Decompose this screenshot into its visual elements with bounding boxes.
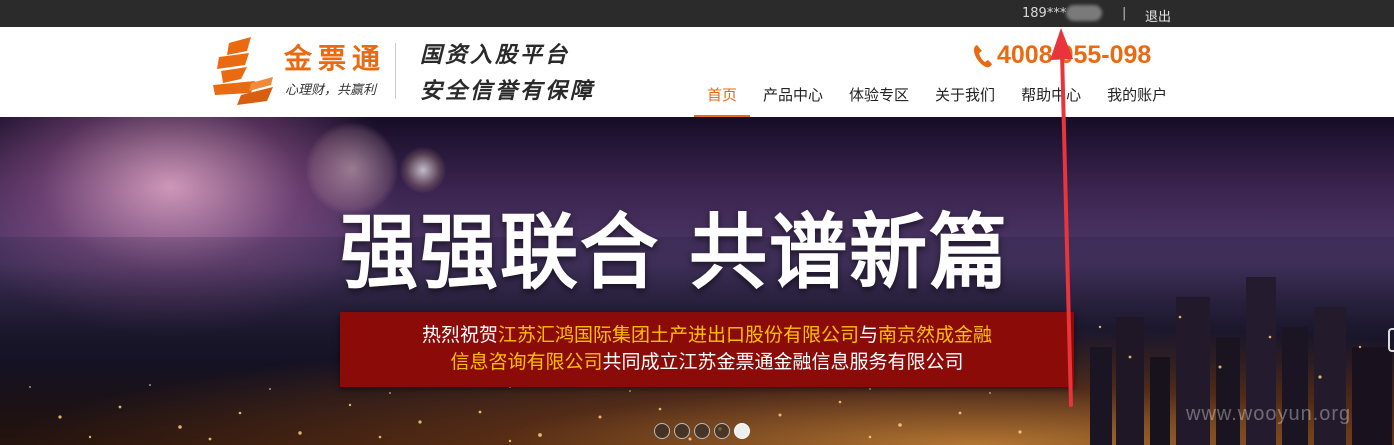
caption-line-1: 热烈祝贺江苏汇鸿国际集团土产进出口股份有限公司与南京然成金融 (340, 322, 1074, 348)
watermark: www.wooyun.org (1186, 403, 1352, 425)
slide-dot-4[interactable] (714, 423, 730, 439)
caption-prefix: 热烈祝贺 (421, 324, 498, 346)
caption-line-2: 信息咨询有限公司共同成立江苏金票通金融信息服务有限公司 (340, 349, 1074, 375)
edge-handle (1388, 328, 1394, 352)
nav-item-about[interactable]: 关于我们 (922, 83, 1008, 115)
nav-item-experience[interactable]: 体验专区 (836, 83, 922, 115)
phone-icon (973, 44, 992, 67)
banner-caption: 热烈祝贺江苏汇鸿国际集团土产进出口股份有限公司与南京然成金融 信息咨询有限公司共… (340, 312, 1074, 387)
slide-dots (654, 423, 750, 439)
main-nav: 首页 产品中心 体验专区 关于我们 帮助中心 我的账户 (694, 83, 1180, 117)
user-phone-masked: 189*** (1022, 6, 1067, 21)
nav-item-home[interactable]: 首页 (694, 83, 751, 117)
nav-item-help[interactable]: 帮助中心 (1008, 83, 1094, 115)
caption-suffix: 共同成立江苏金票通金融信息服务有限公司 (602, 351, 964, 373)
site-header: 金票通 心理财，共赢利 国资入股平台 安全信誉有保障 4008 955-098 … (0, 27, 1394, 117)
tagline-line-1: 国资入股平台 (420, 42, 571, 68)
slide-dot-5[interactable] (734, 423, 750, 439)
hero-banner[interactable]: 强强联合 共谱新篇 热烈祝贺江苏汇鸿国际集团土产进出口股份有限公司与南京然成金融… (0, 117, 1394, 445)
caption-conjunction: 与 (859, 324, 879, 346)
slide-dot-2[interactable] (674, 423, 690, 439)
caption-company-2-part-1: 南京然成金融 (878, 324, 993, 346)
brand-name: 金票通 (284, 42, 387, 75)
caption-company-2-part-2: 信息咨询有限公司 (450, 351, 603, 373)
hotline: 4008 955-098 (972, 41, 1151, 70)
top-bar: 189*** | 退出 (0, 0, 1394, 27)
caption-company-1: 江苏汇鸿国际集团土产进出口股份有限公司 (497, 324, 859, 346)
nav-item-account[interactable]: 我的账户 (1094, 83, 1180, 115)
nav-item-products[interactable]: 产品中心 (750, 83, 836, 115)
redacted-blur (1066, 5, 1102, 21)
logo-icon[interactable] (211, 37, 277, 105)
logout-link[interactable]: 退出 (1145, 6, 1171, 25)
slide-dot-3[interactable] (694, 423, 710, 439)
slide-dot-1[interactable] (654, 423, 670, 439)
hotline-number: 4008 955-098 (997, 41, 1152, 69)
topbar-separator: | (1122, 6, 1127, 21)
brand-slogan: 心理财，共赢利 (285, 83, 377, 98)
tagline-line-2: 安全信誉有保障 (420, 78, 596, 104)
banner-headline: 强强联合 共谱新篇 (340, 205, 1010, 301)
header-divider (395, 43, 396, 99)
